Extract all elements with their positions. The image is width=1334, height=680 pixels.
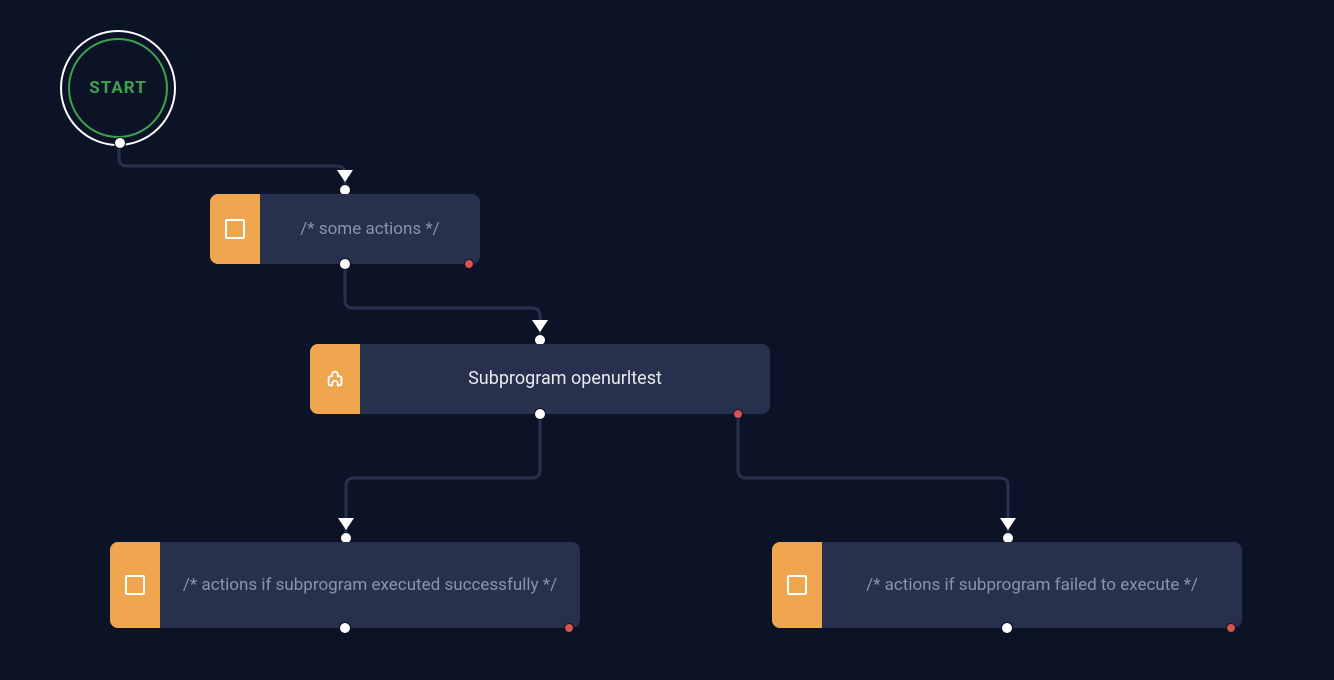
stop-square-icon [210,194,260,264]
port-out-failure[interactable] [733,409,743,419]
block-label: /* some actions */ [300,218,439,241]
start-node[interactable]: START [60,30,176,146]
port-out[interactable] [1001,622,1013,634]
arrow-down-icon [1000,518,1016,530]
stop-square-icon [772,542,822,628]
subprogram-block[interactable]: Subprogram openurltest [310,344,770,414]
port-error[interactable] [464,259,474,269]
port-out-success[interactable] [534,408,546,420]
block-label: /* actions if subprogram failed to execu… [866,574,1198,597]
block-label: Subprogram openurltest [468,367,662,391]
action-block-failure[interactable]: /* actions if subprogram failed to execu… [772,542,1242,628]
port-out[interactable] [114,137,126,149]
stop-square-icon [110,542,160,628]
port-out[interactable] [339,622,351,634]
arrow-down-icon [338,518,354,530]
start-label: START [89,78,146,98]
block-label: /* actions if subprogram executed succes… [183,574,557,597]
flowchart-canvas[interactable]: START /* some actions */ [0,0,1334,680]
arrow-down-icon [337,170,353,182]
port-error[interactable] [1226,623,1236,633]
action-block-success[interactable]: /* actions if subprogram executed succes… [110,542,580,628]
arrow-down-icon [532,320,548,332]
action-block-some-actions[interactable]: /* some actions */ [210,194,480,264]
start-node-inner: START [68,38,168,138]
port-error[interactable] [564,623,574,633]
puzzle-icon [310,344,360,414]
port-out[interactable] [339,258,351,270]
